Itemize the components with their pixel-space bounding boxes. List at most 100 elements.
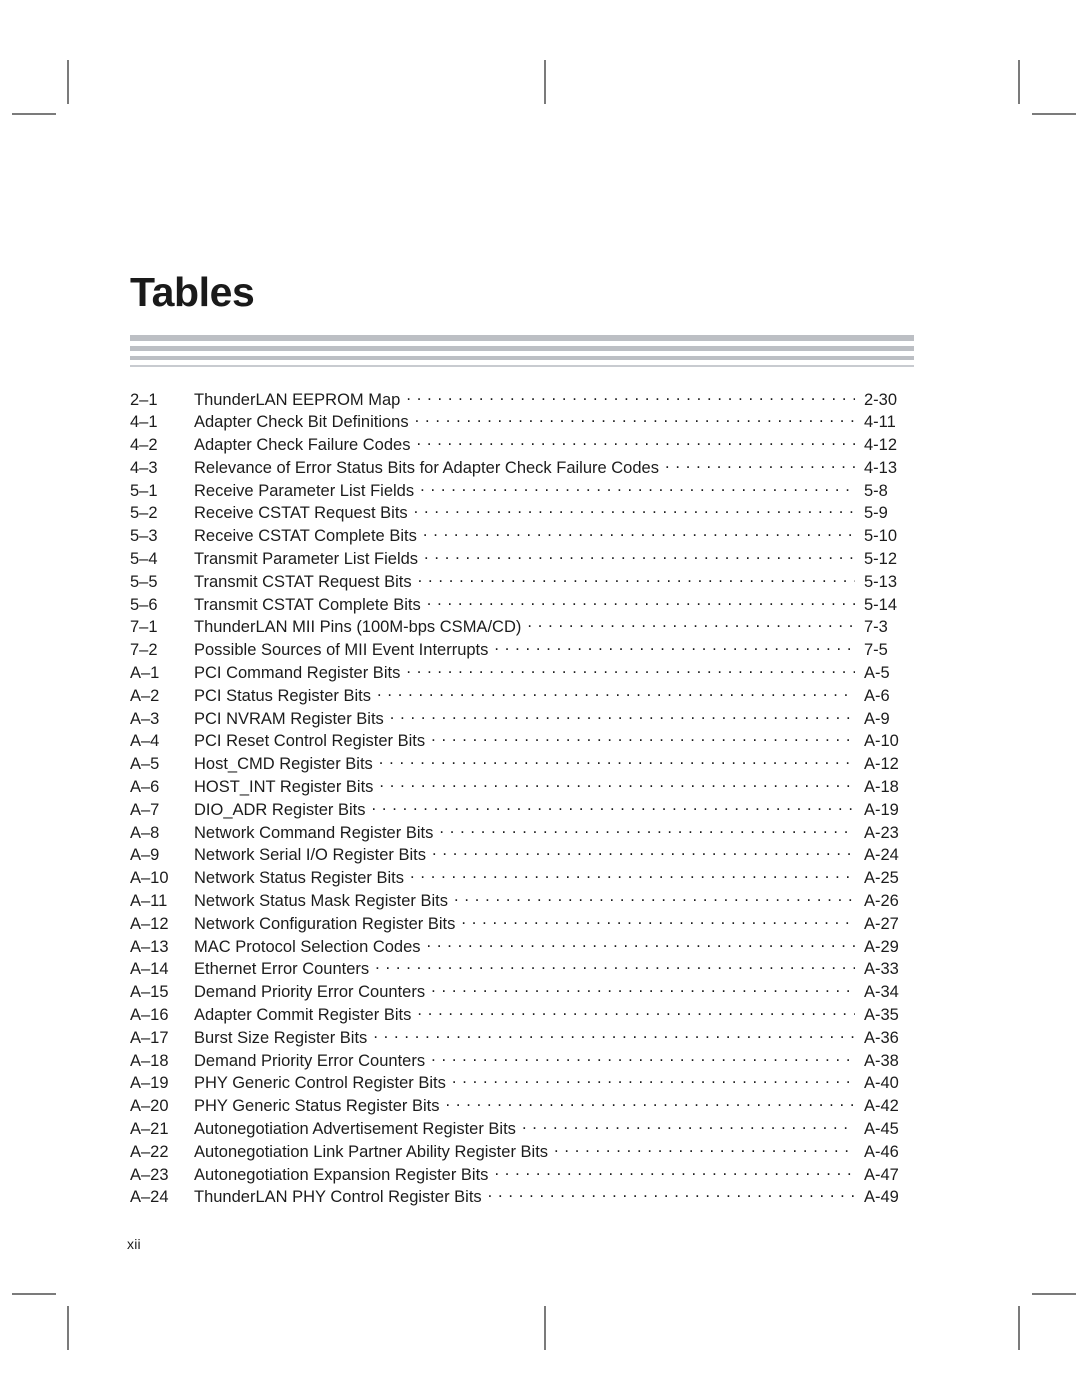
table-title: Adapter Check Bit Definitions — [194, 413, 409, 432]
list-of-tables-entry[interactable]: A–21 Autonegotiation Advertisement Regist… — [130, 1118, 914, 1141]
list-of-tables-entry[interactable]: A–20 PHY Generic Status Register Bits A-42 — [130, 1095, 914, 1118]
table-title: PHY Generic Status Register Bits — [194, 1097, 440, 1116]
table-page-number: A-6 — [864, 686, 890, 705]
dot-leader — [371, 798, 855, 815]
dot-leader — [379, 753, 855, 770]
table-number: A–4 — [130, 732, 160, 751]
dot-leader — [406, 388, 855, 405]
list-of-tables-entry[interactable]: A–13 MAC Protocol Selection Codes A-29 — [130, 935, 914, 958]
list-of-tables-entry[interactable]: 4–1 Adapter Check Bit Definitions 4-11 — [130, 411, 914, 434]
table-number: A–15 — [130, 983, 169, 1002]
table-number: A–18 — [130, 1051, 169, 1070]
heading-rule-1 — [130, 335, 914, 341]
crop-mark-top-left-horizontal — [12, 113, 56, 115]
table-number: 4–2 — [130, 436, 158, 455]
list-of-tables-entry[interactable]: A–2 PCI Status Register Bits A-6 — [130, 684, 914, 707]
list-of-tables-entry[interactable]: A–11 Network Status Mask Register Bits A-2… — [130, 890, 914, 913]
list-of-tables-entry[interactable]: 2–1 ThunderLAN EEPROM Map 2-30 — [130, 388, 914, 411]
dot-leader — [423, 525, 855, 542]
list-of-tables-entry[interactable]: A–7 DIO_ADR Register Bits A-19 — [130, 798, 914, 821]
dot-leader — [522, 1118, 855, 1135]
crop-mark-top-right-vertical — [1018, 60, 1020, 104]
list-of-tables-entry[interactable]: 5–5 Transmit CSTAT Request Bits 5-13 — [130, 570, 914, 593]
table-page-number: A-24 — [864, 846, 899, 865]
table-page-number: A-27 — [864, 914, 899, 933]
table-page-number: A-36 — [864, 1028, 899, 1047]
table-title: Receive CSTAT Complete Bits — [194, 527, 417, 546]
list-of-tables-entry[interactable]: A–4 PCI Reset Control Register Bits A-10 — [130, 730, 914, 753]
list-of-tables-entry[interactable]: A–6 HOST_INT Register Bits A-18 — [130, 776, 914, 799]
dot-leader — [439, 821, 855, 838]
list-of-tables-entry[interactable]: 7–1 ThunderLAN MII Pins (100M-bps CSMA/CD… — [130, 616, 914, 639]
table-number: A–14 — [130, 960, 169, 979]
list-of-tables-entry[interactable]: A–14 Ethernet Error Counters A-33 — [130, 958, 914, 981]
table-title: PCI Reset Control Register Bits — [194, 732, 426, 751]
list-of-tables-entry[interactable]: A–16 Adapter Commit Register Bits A-35 — [130, 1004, 914, 1027]
list-of-tables-entry[interactable]: A–18 Demand Priority Error Counters A-38 — [130, 1049, 914, 1072]
table-number: A–8 — [130, 823, 160, 842]
dot-leader — [410, 867, 855, 884]
table-page-number: 5-9 — [864, 504, 888, 523]
page-title: Tables — [130, 269, 255, 315]
list-of-tables-entry[interactable]: A–17 Burst Size Register Bits A-36 — [130, 1026, 914, 1049]
list-of-tables-entry[interactable]: A–5 Host_CMD Register Bits A-12 — [130, 753, 914, 776]
heading-rule-2 — [130, 346, 914, 351]
table-number: 5–4 — [130, 550, 158, 569]
dot-leader — [461, 912, 855, 929]
list-of-tables-entry[interactable]: A–22 Autonegotiation Link Partner Ability… — [130, 1140, 914, 1163]
table-number: 5–3 — [130, 527, 158, 546]
table-page-number: A-38 — [864, 1051, 899, 1070]
table-title: Network Status Register Bits — [194, 869, 404, 888]
dot-leader — [390, 707, 855, 724]
list-of-tables-entry[interactable]: 4–2 Adapter Check Failure Codes 4-12 — [130, 434, 914, 457]
list-of-tables-entry[interactable]: 7–2 Possible Sources of MII Event Interru… — [130, 639, 914, 662]
table-number: A–19 — [130, 1074, 169, 1093]
crop-mark-top-left-vertical — [67, 60, 69, 104]
table-title: PCI NVRAM Register Bits — [194, 709, 384, 728]
list-of-tables-entry[interactable]: A–1 PCI Command Register Bits A-5 — [130, 662, 914, 685]
list-of-tables-entry[interactable]: 4–3 Relevance of Error Status Bits for Ad… — [130, 456, 914, 479]
table-page-number: A-23 — [864, 823, 899, 842]
table-number: A–21 — [130, 1120, 169, 1138]
table-number: A–2 — [130, 686, 160, 705]
list-of-tables-entry[interactable]: 5–6 Transmit CSTAT Complete Bits 5-14 — [130, 593, 914, 616]
table-number: 5–2 — [130, 504, 158, 523]
table-page-number: 5-8 — [864, 481, 888, 500]
table-title: Autonegotiation Expansion Register Bits — [194, 1165, 489, 1184]
table-title: Relevance of Error Status Bits for Adapt… — [194, 458, 659, 477]
list-of-tables-entry[interactable]: 5–2 Receive CSTAT Request Bits 5-9 — [130, 502, 914, 525]
page-folio: xii — [127, 1236, 141, 1252]
table-title: Demand Priority Error Counters — [194, 983, 426, 1002]
table-number: 7–1 — [130, 618, 158, 637]
table-page-number: 5-12 — [864, 550, 898, 569]
table-title: Autonegotiation Advertisement Register B… — [194, 1120, 516, 1138]
table-page-number: A-46 — [864, 1142, 899, 1161]
dot-leader — [373, 1026, 855, 1043]
list-of-tables-entry[interactable]: 5–4 Transmit Parameter List Fields 5-12 — [130, 548, 914, 571]
list-of-tables-entry[interactable]: A–19 PHY Generic Control Register Bits A-4… — [130, 1072, 914, 1095]
table-page-number: A-42 — [864, 1097, 899, 1116]
list-of-tables-entry[interactable]: 5–1 Receive Parameter List Fields 5-8 — [130, 479, 914, 502]
list-of-tables-entry[interactable]: A–9 Network Serial I/O Register Bits A-24 — [130, 844, 914, 867]
table-page-number: A-29 — [864, 937, 899, 956]
table-title: Autonegotiation Link Partner Ability Reg… — [194, 1142, 549, 1161]
list-of-tables-entry[interactable]: A–12 Network Configuration Register Bits A… — [130, 912, 914, 935]
list-of-tables-entry[interactable]: A–24 ThunderLAN PHY Control Register Bits… — [130, 1186, 914, 1209]
list-of-tables-entry[interactable]: 5–3 Receive CSTAT Complete Bits 5-10 — [130, 525, 914, 548]
dot-leader — [424, 548, 855, 565]
list-of-tables-entry[interactable]: A–3 PCI NVRAM Register Bits A-9 — [130, 707, 914, 730]
table-page-number: 4-13 — [864, 458, 898, 477]
table-number: 4–1 — [130, 413, 158, 432]
dot-leader — [454, 890, 855, 907]
dot-leader — [417, 1004, 855, 1021]
list-of-tables-entry[interactable]: A–10 Network Status Register Bits A-25 — [130, 867, 914, 890]
table-page-number: 4-12 — [864, 436, 898, 455]
list-of-tables-entry[interactable]: A–8 Network Command Register Bits A-23 — [130, 821, 914, 844]
list-of-tables-entry[interactable]: A–23 Autonegotiation Expansion Register B… — [130, 1163, 914, 1186]
list-of-tables-entry[interactable]: A–15 Demand Priority Error Counters A-34 — [130, 981, 914, 1004]
table-number: A–12 — [130, 914, 169, 933]
table-page-number: 5-14 — [864, 595, 898, 614]
dot-leader — [431, 981, 855, 998]
table-title: Transmit CSTAT Complete Bits — [194, 595, 421, 614]
document-page: Tables 2–1 ThunderLAN EEPROM Map 2-30 4–1 Ad… — [0, 0, 1080, 1397]
